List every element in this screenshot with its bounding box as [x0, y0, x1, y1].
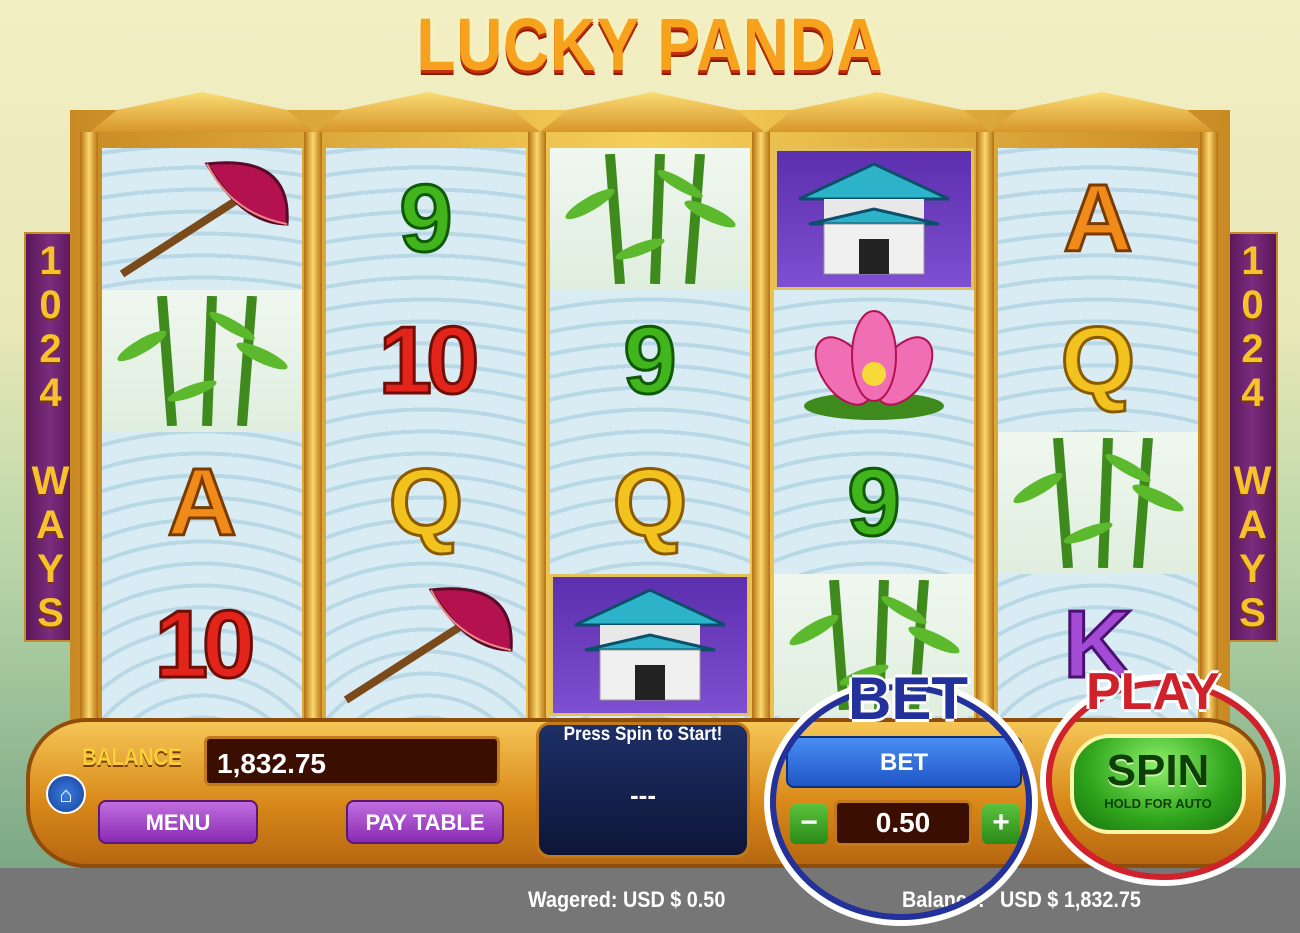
symbol-label: A: [1062, 164, 1134, 274]
temple-icon: [550, 574, 750, 716]
roof-ornament: [990, 92, 1214, 132]
pillar: [304, 132, 322, 728]
bamboo-icon: [102, 290, 302, 432]
symbol-label: 9: [622, 306, 678, 416]
symbol-label: A: [166, 448, 238, 558]
reel-symbol-9: 9: [326, 148, 526, 290]
symbol-label: Q: [1059, 306, 1137, 416]
temple-icon: [774, 148, 974, 290]
reel-symbol-9: 9: [550, 290, 750, 432]
reel-symbol-9: 9: [774, 432, 974, 574]
roof-ornament: [540, 92, 764, 132]
balance-status: USD $ 1,832.75: [1000, 887, 1141, 912]
message-text: Press Spin to Start!: [563, 724, 723, 745]
bamboo-icon: [550, 148, 750, 290]
pillar: [976, 132, 994, 728]
reel-symbol-10: 10: [326, 290, 526, 432]
symbol-label: Q: [611, 448, 689, 558]
reel-2: 9 10 Q: [326, 148, 526, 718]
balance-display: 1,832.75: [204, 736, 500, 786]
symbol-label: 10: [153, 590, 257, 700]
pillar: [528, 132, 546, 728]
pillar: [752, 132, 770, 728]
balance-label: BALANCE: [82, 744, 182, 771]
menu-button[interactable]: MENU: [98, 800, 258, 844]
roof-ornament: [90, 92, 314, 132]
ways-banner-right: 1024 WAYS: [1226, 232, 1278, 642]
reel-5: AQK: [998, 148, 1198, 718]
reel-symbol-a: A: [998, 148, 1198, 290]
game-title: LUCKY PANDA: [416, 3, 884, 86]
umbrella-icon: [102, 148, 302, 290]
roof-ornament: [316, 92, 540, 132]
symbol-label: 9: [398, 164, 454, 274]
wagered-status: Wagered: USD $ 0.50: [528, 887, 726, 912]
symbol-label: Q: [387, 448, 465, 558]
roof-ornament: [766, 92, 990, 132]
reel-symbol-q: Q: [326, 432, 526, 574]
symbol-label: 9: [846, 448, 902, 558]
umbrella-icon: [326, 574, 526, 716]
symbol-label: 10: [377, 306, 481, 416]
bamboo-icon: [998, 432, 1198, 574]
reel-symbol-10: 10: [102, 574, 302, 716]
play-annotation: PLAY: [1086, 663, 1220, 721]
pillar: [1200, 132, 1218, 728]
reel-3: 9Q: [550, 148, 750, 718]
reel-1: A 10: [102, 148, 302, 718]
pillar: [80, 132, 98, 728]
message-value: ---: [630, 780, 656, 810]
reel-4: 9: [774, 148, 974, 718]
paytable-button[interactable]: PAY TABLE: [346, 800, 504, 844]
reel-symbol-q: Q: [998, 290, 1198, 432]
ways-banner-left-text: 1024 WAYS: [28, 239, 73, 635]
lotus-icon: [774, 290, 974, 432]
home-icon[interactable]: ⌂: [46, 774, 86, 814]
ways-banner-left: 1024 WAYS: [24, 232, 76, 642]
ways-banner-right-text: 1024 WAYS: [1230, 239, 1275, 635]
reel-symbol-a: A: [102, 432, 302, 574]
reel-symbol-q: Q: [550, 432, 750, 574]
bet-annotation: BET: [848, 665, 968, 732]
